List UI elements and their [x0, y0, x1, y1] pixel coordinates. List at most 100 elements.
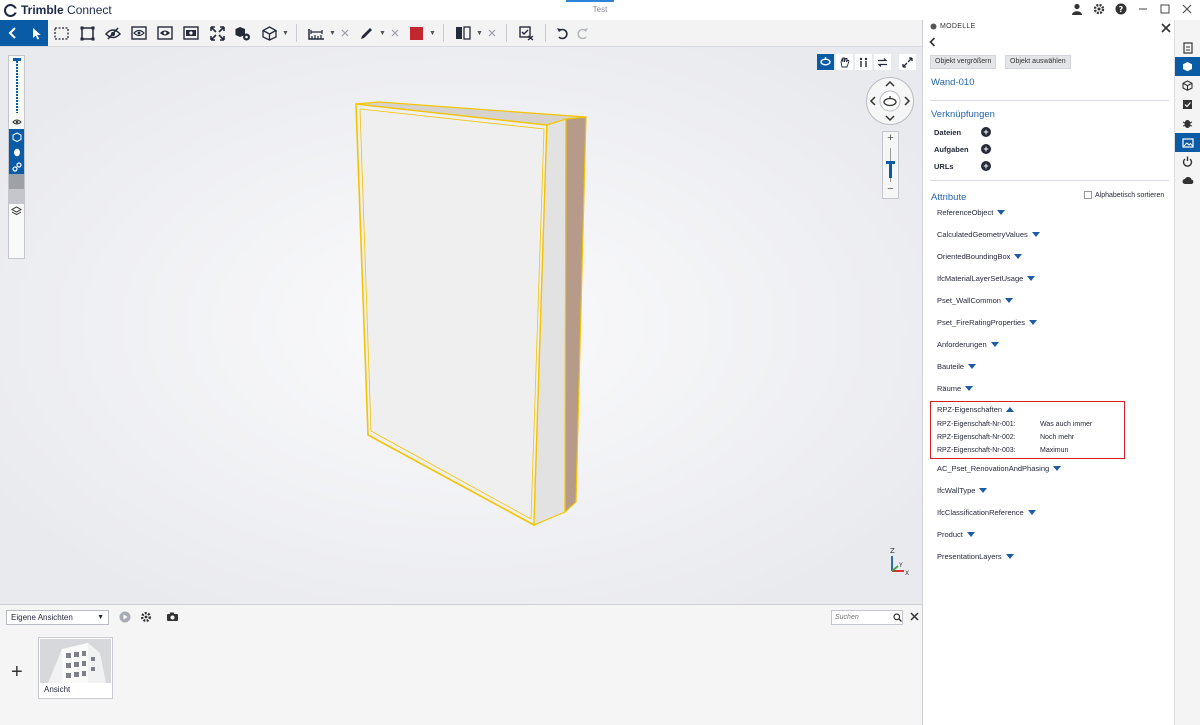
cube-outline-icon[interactable] — [1175, 76, 1200, 95]
attribute-group[interactable]: IfcClassificationReference — [937, 508, 1036, 517]
zoom-out-button[interactable]: − — [883, 183, 898, 195]
objects-button[interactable] — [230, 20, 256, 46]
property-value: Maximun — [1040, 447, 1069, 454]
gear-icon[interactable] — [1092, 2, 1106, 16]
chevron-down-icon[interactable]: ▼ — [282, 30, 290, 37]
attribute-group[interactable]: OrientedBoundingBox — [937, 252, 1023, 261]
zoom-slider[interactable]: + − — [882, 131, 899, 199]
slider-track[interactable] — [13, 58, 21, 114]
link-icon[interactable] — [9, 159, 24, 174]
fit-view-button[interactable] — [204, 20, 230, 46]
attribute-group[interactable]: Anforderungen — [937, 340, 999, 349]
close-panel-icon[interactable] — [910, 612, 919, 624]
measure-button[interactable] — [303, 20, 329, 46]
chevron-up-icon[interactable] — [885, 80, 895, 87]
chevron-down-icon — [1027, 276, 1036, 281]
clear-measure-button[interactable] — [337, 20, 353, 46]
checklist-reset-icon — [518, 25, 533, 41]
close-icon[interactable] — [1161, 20, 1171, 36]
zoom-object-button[interactable]: Objekt vergrößern — [930, 55, 997, 69]
minimize-icon[interactable] — [1136, 2, 1150, 16]
cube-icon[interactable] — [1175, 57, 1200, 76]
chevron-down-icon[interactable]: ▼ — [329, 30, 337, 37]
clip-button[interactable] — [450, 20, 476, 46]
close-window-icon[interactable] — [1180, 2, 1194, 16]
chevron-right-icon[interactable] — [904, 96, 911, 106]
attribute-group[interactable]: Räume — [937, 384, 974, 393]
view-thumbnail[interactable]: Ansicht — [38, 637, 113, 699]
add-task-button[interactable]: + — [981, 144, 991, 154]
attribute-group[interactable]: CalculatedGeometryValues — [937, 230, 1040, 239]
attribute-group[interactable]: Pset_WallCommon — [937, 296, 1013, 305]
select-tool-button[interactable] — [26, 20, 48, 46]
eye-icon[interactable] — [9, 114, 24, 129]
clear-clip-button[interactable] — [484, 20, 500, 46]
chevron-down-icon[interactable]: ▼ — [429, 30, 437, 37]
pan-hand-icon[interactable] — [836, 54, 853, 70]
navigation-wheel[interactable] — [866, 77, 914, 125]
transparency-box-icon — [183, 26, 199, 40]
link-row-urls: URLs + — [934, 161, 991, 171]
add-view-button[interactable]: + — [11, 661, 23, 684]
clear-markup-button[interactable] — [387, 20, 403, 46]
attribute-group[interactable]: Bauteile — [937, 362, 977, 371]
reset-view-button[interactable] — [513, 20, 539, 46]
export-icon[interactable] — [1175, 38, 1200, 57]
chevron-down-icon[interactable]: ▼ — [476, 30, 484, 37]
back-button[interactable] — [0, 20, 26, 46]
markup-button[interactable] — [353, 20, 379, 46]
attribute-group[interactable]: ReferenceObject — [937, 208, 1006, 217]
undo-button[interactable] — [552, 20, 572, 46]
todo-icon[interactable] — [1175, 95, 1200, 114]
show-only-button[interactable] — [126, 20, 152, 46]
layers-icon[interactable] — [9, 204, 24, 219]
alphabetical-sort-toggle[interactable]: Alphabetisch sortieren — [1084, 191, 1164, 199]
walk-icon[interactable] — [855, 54, 872, 70]
attribute-group[interactable]: IfcMaterialLayerSetUsage — [937, 274, 1036, 283]
zoom-in-button[interactable]: + — [883, 132, 898, 144]
fullscreen-icon[interactable] — [899, 54, 916, 70]
cloud-icon[interactable] — [1175, 171, 1200, 190]
chevron-left-icon[interactable] — [929, 36, 936, 50]
add-file-button[interactable]: + — [981, 127, 991, 137]
link-row-tasks: Aufgaben + — [934, 144, 991, 154]
cube-icon[interactable] — [9, 129, 24, 144]
search-icon[interactable] — [893, 613, 902, 625]
views-dropdown-value: Eigene Ansichten — [11, 613, 73, 622]
camera-icon[interactable] — [166, 612, 179, 625]
views-dropdown[interactable]: Eigene Ansichten ▼ — [6, 610, 109, 625]
hide-button[interactable] — [100, 20, 126, 46]
attribute-group[interactable]: AC_Pset_RenovationAndPhasing — [937, 464, 1062, 473]
power-icon[interactable] — [1175, 152, 1200, 171]
chevron-down-icon[interactable] — [885, 115, 895, 122]
help-icon[interactable]: ? — [1114, 2, 1128, 16]
chevron-left-icon[interactable] — [869, 96, 876, 106]
play-icon[interactable] — [119, 611, 131, 626]
gear-icon[interactable] — [140, 611, 152, 626]
bug-icon[interactable] — [9, 144, 24, 159]
isolate-button[interactable] — [74, 20, 100, 46]
orbit-icon[interactable] — [817, 54, 834, 70]
transparency-button[interactable] — [178, 20, 204, 46]
ghost-button[interactable] — [152, 20, 178, 46]
sort-checkbox[interactable] — [1084, 191, 1092, 199]
box-select-button[interactable] — [48, 20, 74, 46]
user-icon[interactable] — [1070, 2, 1084, 16]
attribute-group[interactable]: Pset_FireRatingProperties — [937, 318, 1037, 327]
swap-arrows-icon[interactable] — [874, 54, 891, 70]
select-object-button[interactable]: Objekt auswählen — [1005, 55, 1071, 69]
attribute-group-label: IfcMaterialLayerSetUsage — [937, 274, 1024, 283]
maximize-icon[interactable] — [1158, 2, 1172, 16]
attribute-group-expanded[interactable]: RPZ-Eigenschaften — [937, 405, 1015, 414]
chevron-down-icon[interactable]: ▼ — [379, 30, 387, 37]
view-mode-button[interactable] — [256, 20, 282, 46]
markup-color-button[interactable] — [403, 20, 429, 46]
image-icon[interactable] — [1175, 133, 1200, 152]
add-url-button[interactable]: + — [981, 161, 991, 171]
bug-icon[interactable] — [1175, 114, 1200, 133]
attribute-group[interactable]: IfcWallType — [937, 486, 988, 495]
attribute-group[interactable]: PresentationLayers — [937, 552, 1014, 561]
redo-button[interactable] — [572, 20, 592, 46]
attribute-group[interactable]: Product — [937, 530, 975, 539]
3d-viewport[interactable]: + − Z Y X — [0, 47, 922, 604]
